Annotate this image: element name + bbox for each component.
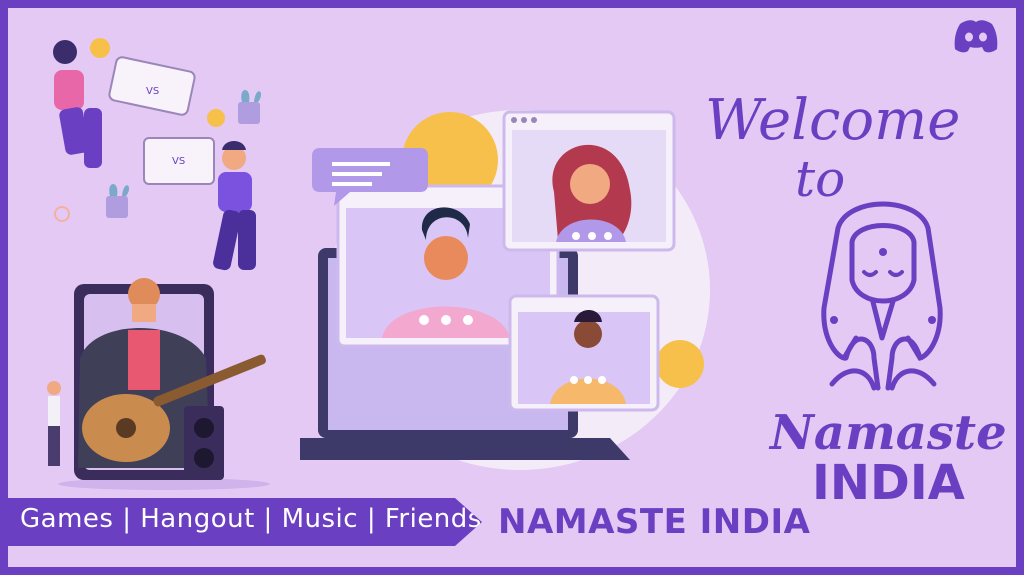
guitar-player-illustration: [47, 278, 270, 490]
namaste-woman-illustration: [821, 201, 943, 391]
tagline: NAMASTE INDIA: [498, 502, 811, 542]
vs-label-2: VS: [172, 156, 185, 167]
welcome-heading: Welcome: [705, 88, 961, 153]
brand-india: INDIA: [812, 455, 965, 511]
gamers-illustration: VS VS: [53, 38, 262, 271]
vs-label-1: VS: [146, 86, 159, 97]
welcome-to: to: [795, 150, 846, 208]
banner-label: Games | Hangout | Music | Friends: [20, 504, 482, 534]
category-banner: Games | Hangout | Music | Friends: [0, 498, 482, 546]
discord-icon[interactable]: [952, 18, 1000, 54]
video-call-laptop-illustration: [300, 110, 710, 470]
brand-namaste: Namaste: [770, 405, 1007, 461]
